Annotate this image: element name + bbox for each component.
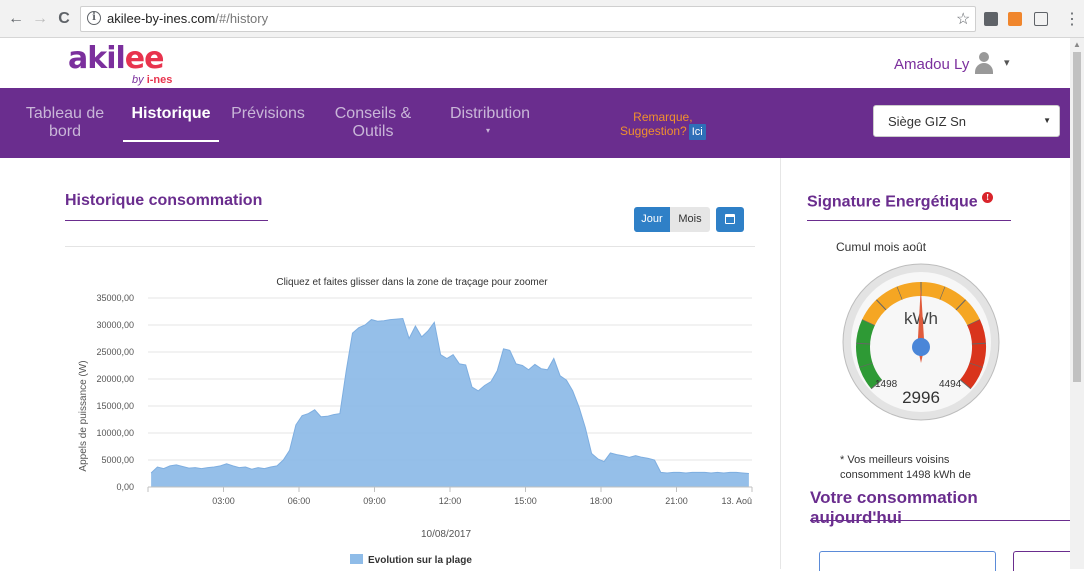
logo[interactable]: akilee bbox=[68, 42, 164, 76]
x-tick-label: 06:00 bbox=[288, 496, 311, 506]
y-tick-label: 15000,00 bbox=[96, 401, 134, 411]
app-header: akilee by i-nes Amadou Ly ▾ bbox=[0, 38, 1070, 88]
nav-item-historique[interactable]: Historique bbox=[123, 105, 219, 123]
main-nav: Tableau de bord Historique Prévisions Co… bbox=[0, 88, 1070, 158]
y-axis-label: Appels de puissance (W) bbox=[78, 360, 89, 471]
user-name[interactable]: Amadou Ly bbox=[894, 56, 969, 73]
area-series[interactable] bbox=[151, 318, 749, 488]
legend-swatch[interactable] bbox=[350, 554, 363, 564]
nav-item-tableau-de-bord[interactable]: Tableau de bord bbox=[22, 105, 108, 141]
nav-item-distribution[interactable]: Distribution bbox=[444, 105, 536, 123]
extension-icon[interactable] bbox=[1008, 12, 1022, 26]
reload-icon[interactable]: C bbox=[54, 9, 74, 29]
nav-item-previsions[interactable]: Prévisions bbox=[228, 105, 308, 123]
divider bbox=[65, 220, 268, 221]
info-icon[interactable]: i bbox=[87, 11, 101, 25]
calendar-button[interactable] bbox=[716, 207, 744, 232]
x-tick-label: 12:00 bbox=[439, 496, 462, 506]
divider bbox=[807, 220, 1011, 221]
divider bbox=[810, 520, 1075, 521]
chevron-down-icon: ▼ bbox=[1043, 116, 1051, 125]
x-tick-label: 21:00 bbox=[665, 496, 688, 506]
back-icon[interactable]: ← bbox=[6, 9, 26, 29]
browser-menu-icon[interactable]: ⋮ bbox=[1064, 9, 1080, 29]
x-axis-label: 10/08/2017 bbox=[421, 529, 471, 540]
ici-button[interactable]: Ici bbox=[688, 124, 706, 140]
page-scrollbar[interactable]: ▲ bbox=[1070, 38, 1084, 569]
y-tick-label: 25000,00 bbox=[96, 347, 134, 357]
y-tick-label: 5000,00 bbox=[101, 455, 134, 465]
avatar[interactable] bbox=[974, 52, 994, 74]
extension-icon[interactable] bbox=[984, 12, 998, 26]
mois-toggle-button[interactable]: Mois bbox=[670, 207, 710, 232]
url-text[interactable]: akilee-by-ines.com/#/history bbox=[107, 11, 268, 26]
x-tick-label: 18:00 bbox=[590, 496, 613, 506]
browser-toolbar: ← → C i akilee-by-ines.com/#/history ☆ ⋮ bbox=[0, 0, 1084, 38]
today-card bbox=[819, 551, 996, 571]
divider bbox=[65, 246, 755, 247]
logo-subtitle: by i-nes bbox=[132, 74, 173, 86]
address-bar[interactable]: i akilee-by-ines.com/#/history bbox=[80, 6, 976, 32]
cast-icon[interactable] bbox=[1034, 12, 1048, 26]
info-icon[interactable]: ! bbox=[982, 192, 994, 203]
neighbors-note: * Vos meilleurs voisins consomment 1498 … bbox=[840, 454, 971, 481]
y-tick-label: 20000,00 bbox=[96, 374, 134, 384]
remark-link[interactable]: Remarque, Suggestion? Ici bbox=[620, 110, 706, 140]
site-select[interactable]: Siège GIZ Sn ▼ bbox=[873, 105, 1060, 137]
gauge-max-label: 4494 bbox=[939, 379, 962, 390]
consumption-chart[interactable]: Cliquez et faites glisser dans la zone d… bbox=[0, 268, 780, 568]
energy-gauge: kWh 1498 4494 2996 bbox=[842, 263, 1000, 421]
history-panel: Historique consommation Jour Mois Clique… bbox=[0, 158, 780, 569]
legend-label[interactable]: Evolution sur la plage bbox=[368, 555, 472, 566]
gauge-min-label: 1498 bbox=[875, 379, 898, 390]
nav-item-conseils-outils[interactable]: Conseils & Outils bbox=[330, 105, 416, 141]
section-title: Historique consommation bbox=[65, 192, 263, 209]
chevron-down-icon[interactable]: ▾ bbox=[1004, 56, 1010, 69]
y-tick-label: 0,00 bbox=[116, 482, 134, 492]
signature-title: Signature Energétique ! bbox=[807, 192, 994, 211]
gauge-hub bbox=[912, 338, 930, 356]
y-tick-label: 35000,00 bbox=[96, 293, 134, 303]
scroll-up-icon[interactable]: ▲ bbox=[1073, 40, 1081, 49]
forward-icon[interactable]: → bbox=[30, 9, 50, 29]
chevron-down-icon[interactable]: ▾ bbox=[486, 126, 490, 135]
cumul-label: Cumul mois août bbox=[836, 240, 927, 254]
bookmark-star-icon[interactable]: ☆ bbox=[956, 9, 970, 29]
y-tick-label: 30000,00 bbox=[96, 320, 134, 330]
today-card bbox=[1013, 551, 1073, 571]
today-title: Votre consommation aujourd'hui bbox=[810, 488, 1070, 528]
calendar-icon bbox=[725, 214, 735, 224]
gauge-value: 2996 bbox=[902, 388, 940, 407]
chart-title: Cliquez et faites glisser dans la zone d… bbox=[276, 277, 548, 288]
active-tab-indicator bbox=[123, 140, 219, 142]
x-tick-label: 15:00 bbox=[514, 496, 537, 506]
x-tick-label: 09:00 bbox=[363, 496, 386, 506]
x-tick-label: 03:00 bbox=[212, 496, 235, 506]
x-tick-label: 13. Aoû bbox=[721, 496, 752, 506]
signature-panel: Signature Energétique ! Cumul mois août … bbox=[780, 158, 1075, 571]
y-tick-label: 10000,00 bbox=[96, 428, 134, 438]
scrollbar-thumb[interactable] bbox=[1073, 52, 1081, 382]
jour-toggle-button[interactable]: Jour bbox=[634, 207, 670, 232]
